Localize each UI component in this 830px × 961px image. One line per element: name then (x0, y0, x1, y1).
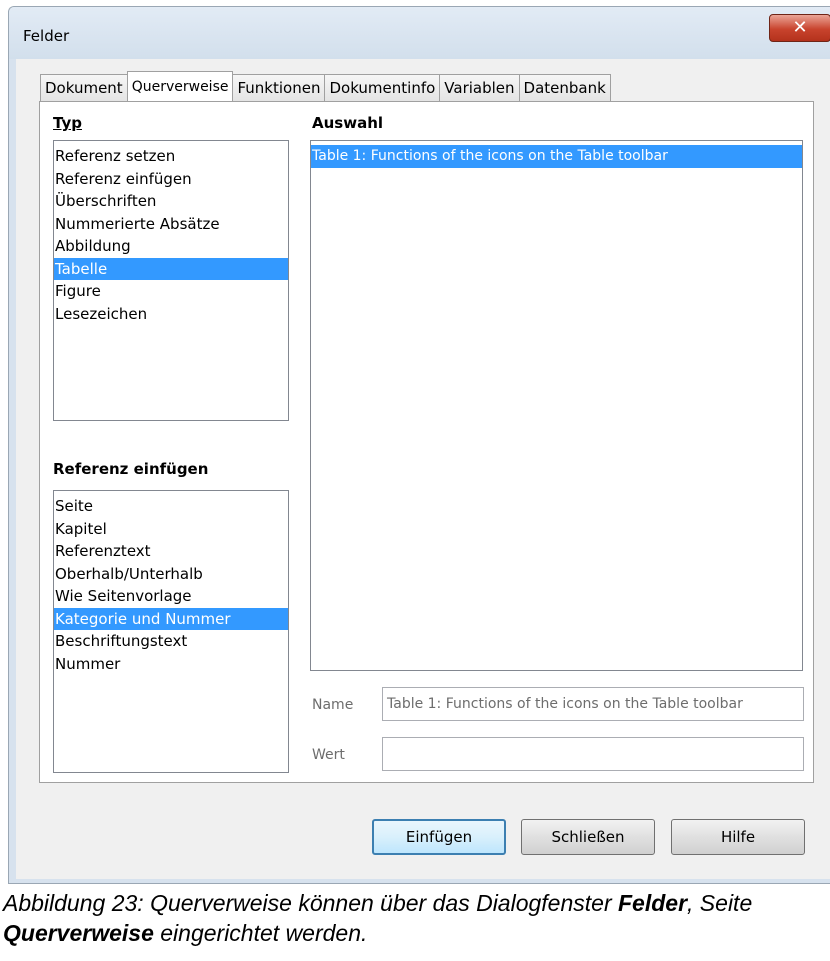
list-item-selected[interactable]: Kategorie und Nummer (54, 607, 288, 630)
tab-funktionen[interactable]: Funktionen (232, 74, 326, 101)
name-field-label: Name (312, 697, 354, 713)
list-item[interactable]: Wie Seitenvorlage (54, 585, 288, 608)
dialog-client: Dokument Querverweise Funktionen Dokumen… (16, 59, 830, 879)
list-item[interactable]: Seite (54, 495, 288, 518)
list-item-selected[interactable]: Tabelle (54, 257, 288, 280)
list-item[interactable]: Referenz einfügen (54, 168, 288, 191)
insert-ref-listbox[interactable]: Seite Kapitel Referenztext Oberhalb/Unte… (53, 490, 289, 773)
querverweise-panel: Typ Referenz setzen Referenz einfügen Üb… (39, 101, 814, 783)
close-button[interactable]: Schließen (521, 819, 655, 855)
dialog-titlebar[interactable]: Felder ✕ (9, 7, 830, 59)
tab-querverweise[interactable]: Querverweise (126, 71, 234, 101)
tab-datenbank[interactable]: Datenbank (518, 74, 611, 101)
list-item[interactable]: Nummer (54, 653, 288, 676)
list-item-selected[interactable]: Table 1: Functions of the icons on the T… (311, 145, 802, 168)
name-field[interactable]: Table 1: Functions of the icons on the T… (382, 687, 804, 721)
selection-label: Auswahl (312, 114, 384, 132)
tab-dokument[interactable]: Dokument (40, 74, 128, 101)
dialog-title: Felder (23, 27, 70, 45)
value-field-label: Wert (312, 747, 345, 763)
list-item[interactable]: Referenztext (54, 540, 288, 563)
list-item[interactable]: Überschriften (54, 190, 288, 213)
list-item[interactable]: Lesezeichen (54, 303, 288, 326)
close-icon[interactable]: ✕ (769, 14, 830, 42)
insert-button[interactable]: Einfügen (372, 819, 506, 855)
list-item[interactable]: Nummerierte Absätze (54, 213, 288, 236)
list-item[interactable]: Abbildung (54, 235, 288, 258)
selection-listbox[interactable]: Table 1: Functions of the icons on the T… (310, 140, 803, 671)
tab-dokumentinfo[interactable]: Dokumentinfo (324, 74, 441, 101)
type-listbox[interactable]: Referenz setzen Referenz einfügen Übersc… (53, 140, 289, 421)
list-item[interactable]: Referenz setzen (54, 145, 288, 168)
list-item[interactable]: Kapitel (54, 518, 288, 541)
help-button[interactable]: Hilfe (671, 819, 805, 855)
list-item[interactable]: Beschriftungstext (54, 630, 288, 653)
insert-ref-label: Referenz einfügen (53, 460, 209, 478)
value-field[interactable] (382, 737, 804, 771)
tab-bar: Dokument Querverweise Funktionen Dokumen… (40, 71, 611, 102)
list-item[interactable]: Figure (54, 280, 288, 303)
list-item[interactable]: Oberhalb/Unterhalb (54, 563, 288, 586)
type-label: Typ (53, 114, 82, 132)
figure-caption: Abbildung 23: Querverweise können über d… (3, 890, 753, 946)
tab-variablen[interactable]: Variablen (439, 74, 520, 101)
